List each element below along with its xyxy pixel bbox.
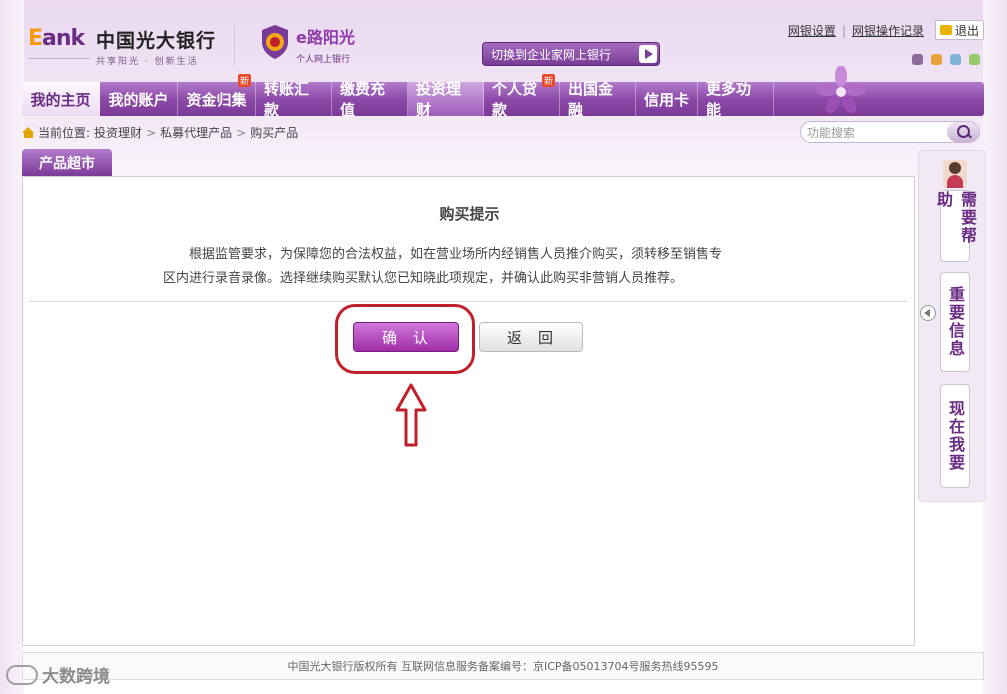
logout-button[interactable]: 退出 <box>934 20 984 40</box>
home-icon <box>22 127 35 138</box>
shield-icon <box>262 25 288 59</box>
page-background-left <box>0 0 24 694</box>
sidebar-item-label: 重要信息 <box>946 286 965 358</box>
tab-product-market[interactable]: 产品超市 <box>22 149 112 176</box>
logo-ank: ank <box>42 26 85 51</box>
main-panel: 购买提示 根据监管要求，为保障您的合法权益，如在营业场所内经销售人员推介购买，须… <box>22 176 915 646</box>
theme-dot-orange[interactable] <box>931 54 942 65</box>
tip-line-2: 区内进行录音录像。选择继续购买默认您已知晓此项规定，并确认此购买非营销人员推荐。 <box>163 271 684 286</box>
logo-divider <box>234 24 235 66</box>
nav-label: 缴费充值 <box>340 80 386 119</box>
logo-line <box>28 58 90 59</box>
panel-divider <box>29 301 907 302</box>
sidebar-item-help[interactable]: 需要帮助 <box>934 190 977 262</box>
switch-enterprise-label: 切换到企业家网上银行 <box>491 47 612 62</box>
nav-item-credit-card[interactable]: 信用卡 <box>636 82 698 116</box>
nav-item-payment[interactable]: 缴费充值 <box>332 80 408 119</box>
sun-brand: e路阳光 <box>296 28 355 47</box>
up-arrow-icon <box>395 383 427 447</box>
purchase-tip-text: 根据监管要求，为保障您的合法权益，如在营业场所内经销售人员推介购买，须转移至销售… <box>163 243 773 291</box>
watermark-icon <box>6 664 38 685</box>
theme-dots <box>912 54 980 65</box>
nav-item-overseas[interactable]: 出国金融 <box>560 80 636 119</box>
switch-enterprise-button[interactable]: 切换到企业家网上银行 <box>482 42 660 66</box>
nav-label: 我的主页 <box>30 90 91 109</box>
new-badge: 新 <box>237 74 251 87</box>
play-arrow-icon <box>639 45 657 63</box>
nav-label: 信用卡 <box>644 90 690 109</box>
nav-label: 出国金融 <box>568 80 614 119</box>
nav-item-more[interactable]: 更多功能 <box>698 80 774 119</box>
nav-label: 资金归集 <box>186 90 247 109</box>
tip-line-1: 根据监管要求，为保障您的合法权益，如在营业场所内经销售人员推介购买，须转移至销售… <box>189 247 723 262</box>
lock-icon <box>939 25 952 35</box>
breadcrumb-item-purchase: 购买产品 <box>250 126 299 140</box>
nav-item-loans[interactable]: 个人贷款新 <box>484 74 560 119</box>
highlight-ring <box>335 304 475 374</box>
back-button[interactable]: 返回 <box>479 322 583 352</box>
footer-text: 中国光大银行版权所有 互联网信息服务备案编号：京ICP备05013704号服务热… <box>287 660 719 673</box>
nav-label: 我的账户 <box>108 90 169 109</box>
breadcrumb-prefix: 当前位置: <box>38 126 91 140</box>
search-icon[interactable] <box>947 122 979 142</box>
bank-name: 中国光大银行 <box>96 30 217 52</box>
function-search-input[interactable]: 功能搜索 <box>800 121 980 143</box>
operation-log-link[interactable]: 网银操作记录 <box>852 22 924 39</box>
nav-item-investment[interactable]: 投资理财 <box>408 80 484 119</box>
orchid-flower-icon <box>816 66 866 114</box>
link-separator: | <box>841 23 846 38</box>
breadcrumb-item-investment[interactable]: 投资理财 <box>94 124 142 141</box>
watermark: 大数跨境 <box>6 662 110 687</box>
nav-item-transfer[interactable]: 转账汇款 <box>256 80 332 119</box>
nav-item-home[interactable]: 我的主页 <box>22 82 100 116</box>
nav-item-accounts[interactable]: 我的账户 <box>100 82 178 116</box>
sun-brand-sub: 个人网上银行 <box>296 55 351 65</box>
back-label: 返回 <box>506 328 569 347</box>
sidebar-item-important-info[interactable]: 重要信息 <box>940 272 970 372</box>
page-background-right <box>983 0 1007 694</box>
watermark-text: 大数跨境 <box>42 667 110 687</box>
purchase-tip-title: 购买提示 <box>439 205 500 223</box>
theme-dot-blue[interactable] <box>950 54 961 65</box>
footer: 中国光大银行版权所有 互联网信息服务备案编号：京ICP备05013704号服务热… <box>22 652 984 680</box>
theme-dot-purple[interactable] <box>912 54 923 65</box>
logo-e: E <box>28 26 43 51</box>
logout-label: 退出 <box>954 23 979 38</box>
eank-logo[interactable]: Eank <box>28 26 85 51</box>
new-badge: 新 <box>541 74 555 87</box>
top-links: 网银设置 | 网银操作记录 <box>788 22 924 39</box>
bank-settings-link[interactable]: 网银设置 <box>788 22 836 39</box>
sidebar-item-label: 需要帮助 <box>934 191 977 245</box>
sidebar-item-label: 现在我要 <box>946 400 965 472</box>
search-placeholder: 功能搜索 <box>807 125 856 140</box>
avatar <box>943 160 967 188</box>
collapse-left-icon[interactable] <box>920 305 936 321</box>
nav-label: 更多功能 <box>706 80 752 119</box>
bank-slogan: 共享阳光 · 创新生活 <box>96 57 199 67</box>
nav-item-fund-collection[interactable]: 资金归集 新 <box>178 74 256 116</box>
tab-label: 产品超市 <box>39 155 95 172</box>
breadcrumb-chevron-icon: > <box>236 125 247 140</box>
theme-dot-green[interactable] <box>969 54 980 65</box>
breadcrumb-item-private-products[interactable]: 私募代理产品 <box>160 124 232 141</box>
nav-label: 投资理财 <box>416 80 462 119</box>
sidebar-item-i-want-now[interactable]: 现在我要 <box>940 384 970 488</box>
breadcrumb: 当前位置: 投资理财 > 私募代理产品 > 购买产品 <box>22 124 298 141</box>
nav-label: 转账汇款 <box>264 80 310 119</box>
breadcrumb-chevron-icon: > <box>146 125 157 140</box>
